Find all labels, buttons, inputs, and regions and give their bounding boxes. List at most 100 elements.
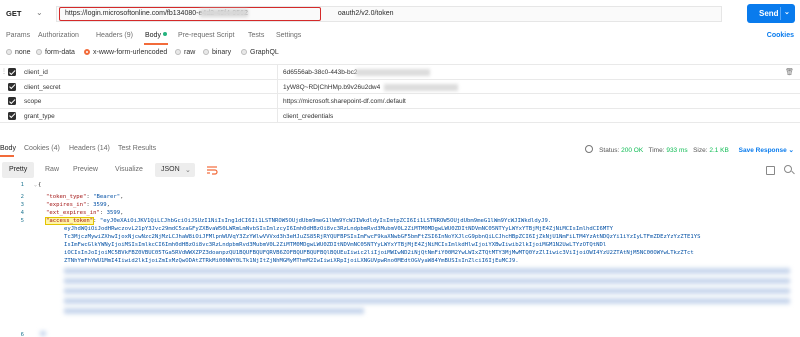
tab-headers[interactable]: Headers (9) [96, 32, 133, 39]
format-select-label: JSON [161, 166, 180, 173]
param-value[interactable]: https://microsoft.sharepoint-df.com/.def… [283, 98, 406, 105]
json-value: "Bearer" [93, 194, 121, 200]
radio-raw[interactable]: raw [175, 49, 195, 56]
radio-label: form-data [45, 49, 75, 56]
column-divider [277, 94, 278, 108]
token-line: IsImFwcGlkYWNyIjoiMSIsImlkcCI6Imh0dHBzOi… [64, 242, 607, 248]
send-label: Send [759, 9, 779, 18]
code-line: "expires_in": 3599, [46, 202, 111, 208]
radio-icon [241, 49, 247, 55]
dot-icon [162, 32, 167, 36]
format-visualize[interactable]: Visualize [115, 166, 143, 173]
fold-icon[interactable]: ⌄ [34, 182, 37, 188]
status-label: Status: [599, 147, 620, 154]
delete-icon[interactable]: 🗑 [785, 68, 794, 76]
response-status: Status: 200 OK Time: 933 ms Size: 2.1 KB… [585, 145, 794, 154]
radio-selected-icon [84, 49, 90, 55]
copy-icon[interactable] [766, 166, 775, 175]
time-value: 933 ms [666, 147, 688, 154]
tab-authorization[interactable]: Authorization [38, 32, 79, 39]
format-raw[interactable]: Raw [45, 166, 59, 173]
radio-icon [36, 49, 42, 55]
table-row: ⋮ client_id 6d6556ab-38c0-443b-bc2 🗑 [0, 65, 800, 80]
token-line: eyJhdWQiOiJodHRwczovL21pY3Jvc29mdC5zaGFy… [64, 226, 613, 232]
param-value[interactable]: client_credentials [283, 113, 333, 120]
radio-graphql[interactable]: GraphQL [241, 49, 279, 56]
tab-response-cookies[interactable]: Cookies (4) [24, 145, 60, 152]
tab-pre-request-script[interactable]: Pre-request Script [178, 32, 234, 39]
send-button[interactable]: Send ⌄ [747, 4, 795, 23]
save-response-button[interactable]: Save Response ⌄ [739, 147, 794, 154]
json-key-highlighted: "access_token" [44, 217, 95, 225]
drag-handle-icon[interactable]: ⋮ [1, 68, 7, 75]
cookies-link[interactable]: Cookies [767, 32, 794, 39]
tab-settings[interactable]: Settings [276, 32, 301, 39]
time-label: Time: [648, 147, 665, 154]
wrap-lines-icon[interactable] [206, 164, 218, 176]
code-line: "token_type": "Bearer", [46, 194, 124, 200]
method-select[interactable]: GET [6, 9, 21, 18]
token-line: Tc3MjczMywiZXhwIjoxNjcwNzc2NjMzLCJhaW8iO… [64, 234, 701, 240]
token-line: iOCIsInJoIjoiMC5BVkFBZ0VBUC05TGa5RVdWWXZ… [64, 250, 694, 256]
chevron-down-icon[interactable]: ⌄ [36, 8, 43, 17]
radio-none[interactable]: none [6, 49, 31, 56]
row-checkbox[interactable] [8, 97, 16, 105]
json-value: 3599 [106, 210, 121, 216]
line-number: 4 [20, 210, 24, 216]
tab-params[interactable]: Params [6, 32, 30, 39]
row-checkbox[interactable] [8, 82, 16, 91]
radio-binary[interactable]: binary [203, 49, 231, 56]
row-checkbox[interactable] [8, 111, 16, 120]
active-tab-indicator [144, 43, 168, 45]
radio-label: GraphQL [250, 49, 279, 56]
send-divider [780, 7, 781, 20]
json-value: "eyJ0eXAiOiJKV1QiLCJhbGciOiJSUzI1NiIsIng… [99, 218, 552, 224]
format-preview[interactable]: Preview [73, 166, 98, 173]
radio-x-www-form-urlencoded[interactable]: x-www-form-urlencoded [84, 49, 167, 56]
token-redaction [64, 278, 790, 284]
tab-response-body[interactable]: Body [0, 145, 16, 152]
search-icon[interactable] [784, 165, 792, 173]
chevron-down-icon[interactable]: ⌄ [784, 8, 790, 16]
size-value: 2.1 KB [709, 147, 729, 154]
tab-tests[interactable]: Tests [248, 32, 264, 39]
radio-label: x-www-form-urlencoded [93, 49, 168, 56]
param-key[interactable]: client_secret [24, 84, 61, 91]
line-number: 6 [20, 332, 24, 337]
column-divider [277, 65, 278, 79]
json-key: "token_type" [46, 194, 87, 200]
token-redaction [64, 288, 790, 294]
radio-icon [6, 49, 12, 55]
code-line: { [38, 182, 42, 188]
radio-form-data[interactable]: form-data [36, 49, 75, 56]
chevron-down-icon: ⌄ [185, 167, 191, 174]
tab-body[interactable]: Body [145, 32, 167, 39]
table-row: scope https://microsoft.sharepoint-df.co… [0, 94, 800, 109]
response-body-code[interactable]: 1 ⌄ { 2 "token_type": "Bearer", 3 "expir… [0, 182, 800, 337]
url-bar: GET ⌄ https://login.microsoftonline.com/… [0, 0, 800, 28]
format-select[interactable]: JSON ⌄ [155, 163, 195, 177]
json-value: 3599 [93, 202, 107, 208]
tab-test-results[interactable]: Test Results [118, 145, 156, 152]
param-key[interactable]: client_id [24, 69, 48, 76]
token-line: ZTNhYmFhYWU1MmI4Iiwid2lkIjoiZmIxMzQwODAt… [64, 258, 519, 264]
tab-body-label: Body [145, 32, 161, 39]
globe-icon[interactable] [585, 145, 594, 153]
radio-icon [175, 49, 181, 55]
line-number: 3 [20, 202, 24, 208]
param-key[interactable]: scope [24, 98, 41, 105]
row-checkbox[interactable] [8, 68, 16, 76]
value-redaction [384, 83, 458, 91]
json-key: "expires_in" [46, 202, 87, 208]
url-redaction [200, 9, 248, 17]
param-key[interactable]: grant_type [24, 113, 55, 120]
token-redaction [64, 308, 364, 314]
param-value[interactable]: 1yW8Q~RD|ChHMp.b9v26u2dw4 [283, 84, 380, 91]
param-value[interactable]: 6d6556ab-38c0-443b-bc2 [283, 69, 357, 76]
tab-response-headers[interactable]: Headers (14) [69, 145, 110, 152]
request-tabs: Params Authorization Headers (9) Body Pr… [0, 30, 800, 44]
line-number: 5 [20, 218, 24, 224]
format-pretty[interactable]: Pretty [2, 162, 34, 178]
table-row: grant_type client_credentials [0, 108, 800, 123]
radio-icon [203, 49, 209, 55]
